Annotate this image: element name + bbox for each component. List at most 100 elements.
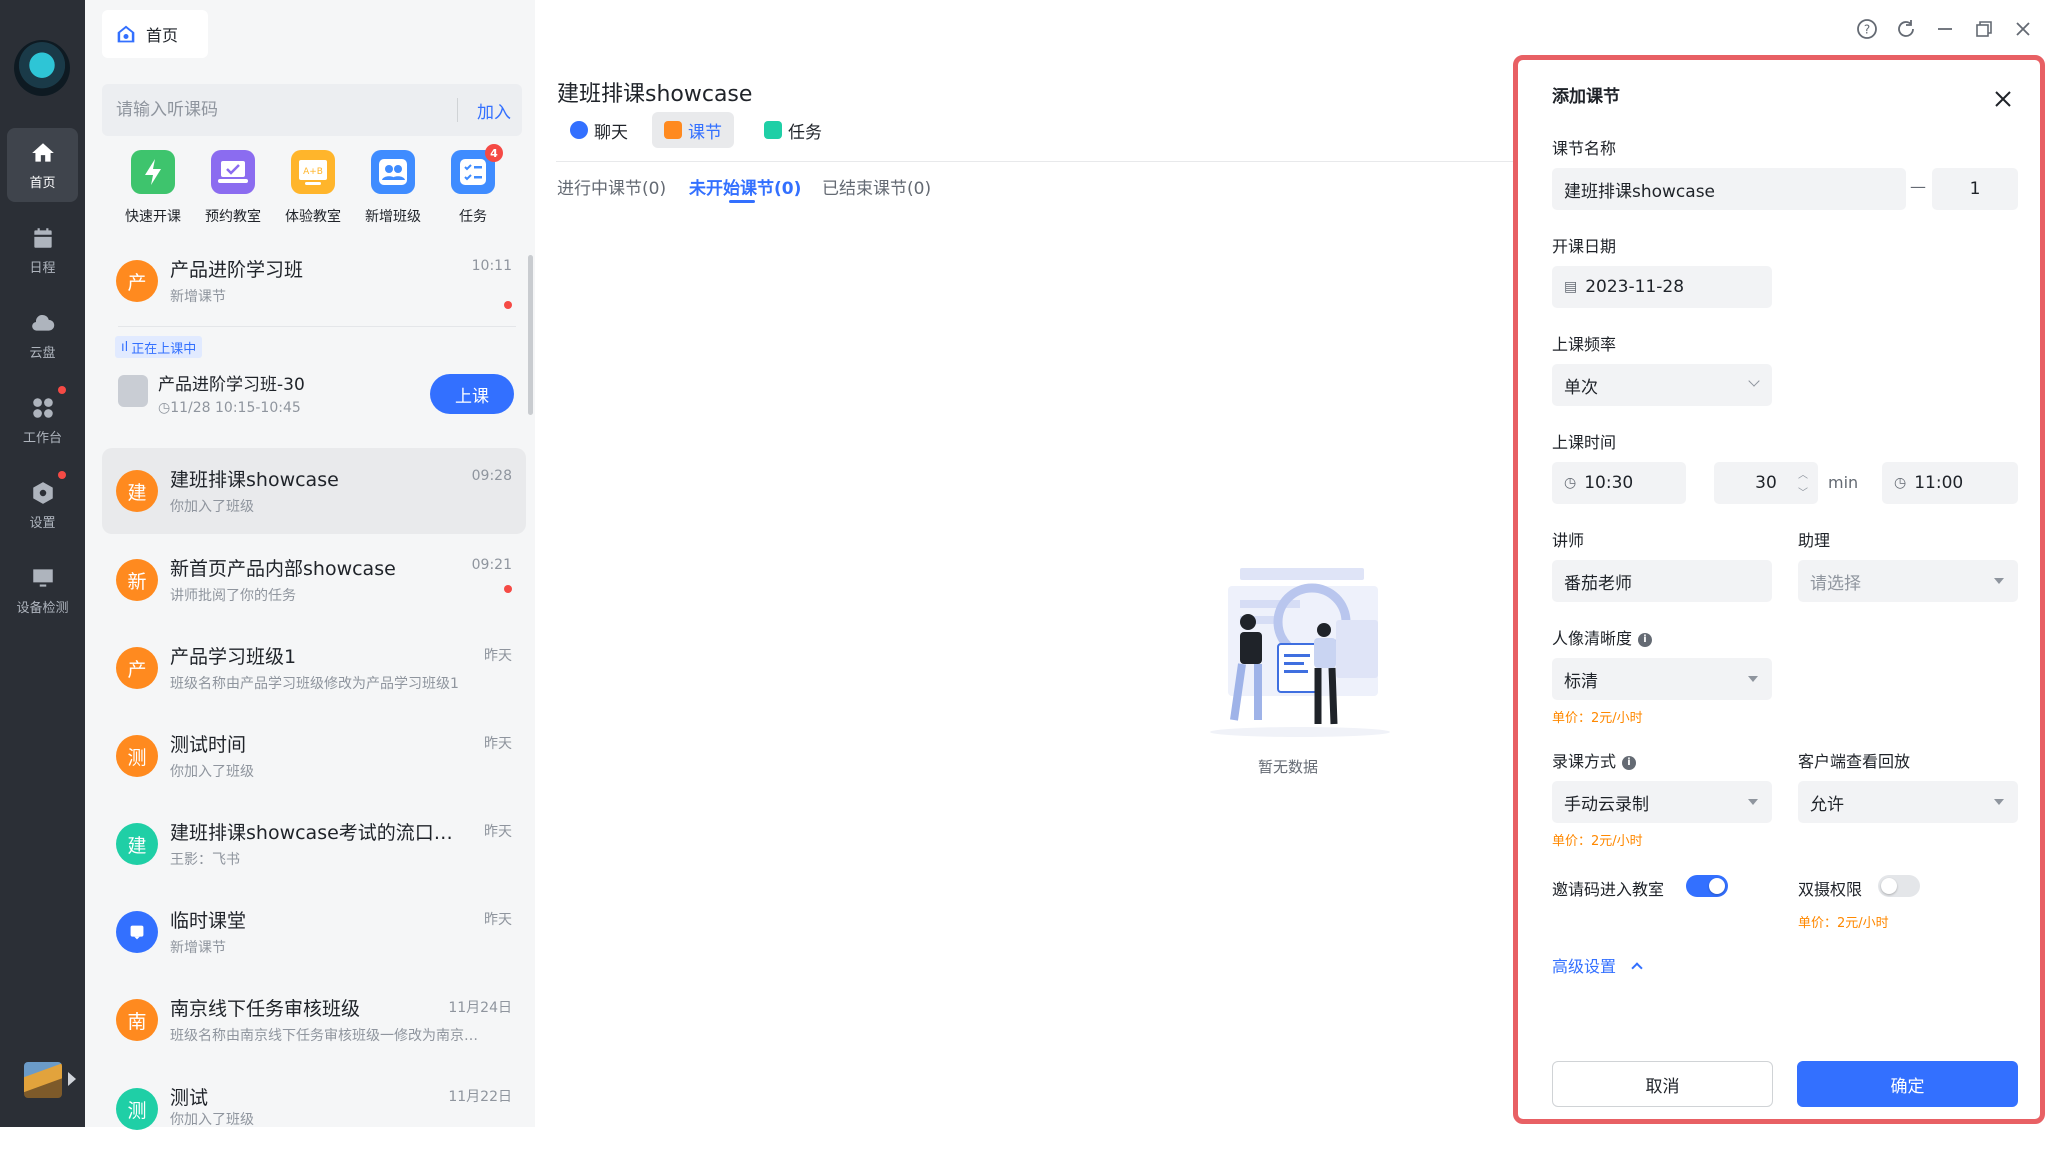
tab-home-label: 首页 — [146, 26, 179, 45]
nav-item-device-check[interactable]: 设备检测 — [7, 553, 78, 627]
empty-state-text: 暂无数据 — [1258, 758, 1319, 776]
quick-start-class-button[interactable]: 快速开课 — [113, 150, 193, 230]
tab-lessons[interactable]: 课节 — [652, 112, 734, 148]
frequency-select[interactable]: 单次 — [1552, 364, 1772, 406]
list-item-subtitle: 王影：飞书 — [170, 852, 240, 868]
user-avatar[interactable] — [24, 1062, 62, 1098]
list-scrollbar[interactable] — [528, 255, 533, 415]
nav-item-cloud[interactable]: 云盘 — [7, 298, 78, 372]
start-time-picker[interactable]: ◷ 10:30 — [1552, 462, 1686, 504]
settings-icon — [32, 481, 53, 504]
list-item[interactable]: 产 产品学习班级1 班级名称由产品学习班级修改为产品学习班级1 昨天 — [102, 625, 526, 711]
minimize-icon[interactable] — [1933, 17, 1957, 41]
avatar: 建 — [116, 470, 158, 512]
list-item[interactable]: 南 南京线下任务审核班级 班级名称由南京线下任务审核班级一修改为南京… 11月2… — [102, 977, 526, 1063]
nav-item-label: 首页 — [29, 175, 56, 191]
lesson-index-input[interactable]: 1 — [1932, 168, 2018, 210]
tab-home[interactable]: 首页 — [102, 10, 208, 58]
invite-code-toggle[interactable] — [1686, 875, 1728, 897]
home-outline-icon — [117, 25, 135, 43]
device-check-icon — [32, 568, 53, 587]
start-time-value: 10:30 — [1584, 473, 1634, 493]
duration-stepper[interactable]: 30 ︿ ﹀ — [1714, 462, 1818, 504]
unread-dot — [504, 585, 512, 593]
end-time-picker[interactable]: ◷ 11:00 — [1882, 462, 2018, 504]
resolution-price: 单价：2元/小时 — [1552, 711, 1643, 726]
tab-label: 聊天 — [594, 122, 628, 143]
live-class-time: ◷11/28 10:15-10:45 — [158, 400, 301, 416]
list-item-time: 11月24日 — [448, 1000, 512, 1016]
book-classroom-button[interactable]: 预约教室 — [193, 150, 273, 230]
clock-icon: ◷ — [1894, 475, 1907, 491]
tab-finished-lessons[interactable]: 已结束课节(0) — [822, 174, 931, 199]
decrement-icon[interactable]: ﹀ — [1798, 484, 1808, 499]
lesson-name-input[interactable]: 建班排课showcase — [1552, 168, 1906, 210]
list-item[interactable]: 临时课堂 新增课节 昨天 — [102, 889, 526, 975]
nav-item-label: 工作台 — [22, 430, 62, 446]
info-icon[interactable]: i — [1638, 632, 1653, 647]
list-item[interactable]: 测 测试 你加入了班级 11月22日 — [102, 1066, 526, 1152]
avatar: 产 — [116, 647, 158, 689]
lesson-name-label: 课节名称 — [1552, 139, 1617, 158]
start-date-label: 开课日期 — [1552, 237, 1617, 256]
tab-in-progress-lessons[interactable]: 进行中课节(0) — [557, 174, 666, 199]
tab-chat[interactable]: 聊天 — [558, 112, 640, 148]
list-item[interactable]: 产 产品进阶学习班 新增课节 10:11 — [102, 238, 526, 324]
dual-camera-toggle[interactable] — [1878, 875, 1920, 897]
list-item-title: 建班排课showcase — [170, 469, 339, 491]
advanced-settings-toggle[interactable]: 高级设置 — [1552, 953, 1643, 977]
lesson-icon — [664, 121, 682, 139]
nav-item-settings[interactable]: 设置 — [7, 468, 78, 542]
dual-camera-price: 单价：2元/小时 — [1798, 916, 1889, 931]
list-item[interactable]: 新 新首页产品内部showcase 讲师批阅了你的任务 09:21 — [102, 537, 526, 623]
list-item[interactable]: 建 建班排课showcase 你加入了班级 09:28 — [102, 448, 526, 534]
task-icon — [764, 121, 782, 139]
end-time-value: 11:00 — [1914, 473, 1964, 493]
assistant-placeholder: 请选择 — [1810, 573, 1861, 594]
record-price: 单价：2元/小时 — [1552, 834, 1643, 849]
expand-arrow-icon[interactable] — [68, 1072, 76, 1086]
start-date-picker[interactable]: ▤ 2023-11-28 — [1552, 266, 1772, 308]
join-button[interactable]: 加入 — [470, 84, 518, 136]
live-status-label: 正在上课中 — [131, 341, 197, 357]
lesson-index-value: 1 — [1969, 179, 1981, 199]
list-item[interactable]: 建 建班排课showcase考试的流口水… 王影：飞书 昨天 — [102, 801, 526, 887]
svg-text:?: ? — [1864, 23, 1870, 37]
avatar: 新 — [116, 559, 158, 601]
join-code-input[interactable] — [102, 84, 452, 136]
replay-select[interactable]: 允许 — [1798, 781, 2018, 823]
task-button[interactable]: 4 任务 — [433, 144, 513, 230]
nav-item-home[interactable]: 首页 — [7, 128, 78, 202]
tab-upcoming-lessons[interactable]: 未开始课节(0) — [689, 174, 801, 199]
close-window-icon[interactable] — [2011, 17, 2035, 41]
refresh-icon[interactable] — [1894, 17, 1918, 41]
close-icon[interactable] — [1993, 89, 2013, 109]
tab-tasks[interactable]: 任务 — [752, 112, 834, 148]
restore-window-icon[interactable] — [1972, 17, 1996, 41]
trial-classroom-button[interactable]: A+B 体验教室 — [273, 150, 353, 230]
join-class-button[interactable]: 上课 — [430, 374, 514, 414]
add-class-button[interactable]: 新增班级 — [353, 150, 433, 230]
list-item[interactable]: 测 测试时间 你加入了班级 昨天 — [102, 713, 526, 799]
confirm-button[interactable]: 确定 — [1797, 1061, 2018, 1107]
nav-item-schedule[interactable]: 日程 — [7, 213, 78, 287]
list-item-time: 昨天 — [484, 824, 512, 840]
caret-down-icon — [1748, 676, 1758, 682]
resolution-select[interactable]: 标清 — [1552, 658, 1772, 700]
cancel-button[interactable]: 取消 — [1552, 1061, 1773, 1107]
assistant-select[interactable]: 请选择 — [1798, 560, 2018, 602]
increment-icon[interactable]: ︿ — [1798, 466, 1808, 481]
dual-camera-label: 双摄权限 — [1798, 880, 1863, 899]
left-nav: 首页 日程 云盘 工作台 设置 设备检测 — [0, 0, 85, 1127]
tab-label: 课节 — [688, 122, 722, 143]
divider — [556, 161, 1516, 162]
record-mode-select[interactable]: 手动云录制 — [1552, 781, 1772, 823]
info-icon[interactable]: i — [1622, 755, 1637, 770]
duration-value: 30 — [1755, 473, 1777, 493]
help-icon[interactable]: ? — [1855, 17, 1879, 41]
teacher-select[interactable]: 番茄老师 — [1552, 560, 1772, 602]
resolution-label: 人像清晰度 — [1552, 629, 1633, 648]
nav-item-workbench[interactable]: 工作台 — [7, 383, 78, 457]
quick-action-label: 任务 — [459, 209, 487, 225]
replay-label: 客户端查看回放 — [1798, 752, 1911, 771]
